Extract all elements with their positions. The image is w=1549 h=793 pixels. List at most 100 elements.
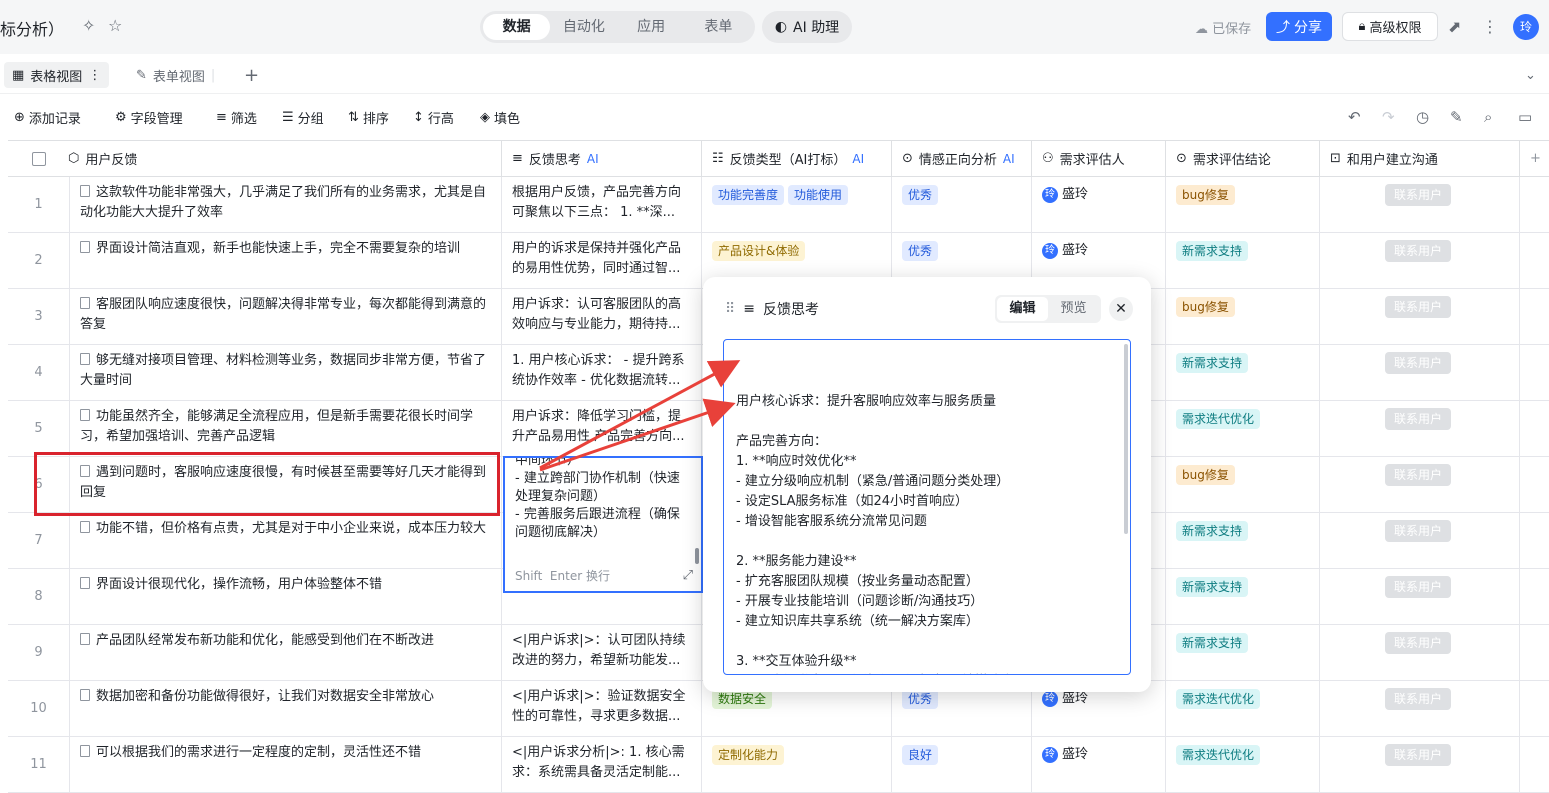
tab-forms[interactable]: 表单 — [685, 14, 752, 40]
contact-user-button[interactable]: 联系用户 — [1385, 688, 1451, 710]
sort-button[interactable]: ⇅ 排序 — [348, 108, 389, 127]
conclusion-cell[interactable]: 新需求支持 — [1166, 345, 1320, 401]
row-number[interactable]: 10 — [8, 681, 70, 737]
column-header-conclusion[interactable]: ⊙ 需求评估结论 — [1166, 141, 1320, 177]
communicate-cell[interactable]: 联系用户 — [1320, 177, 1520, 233]
comment-icon[interactable]: ▭ — [1518, 108, 1532, 126]
advanced-permissions-button[interactable]: 🔒︎ 高级权限 — [1342, 12, 1438, 41]
redo-icon[interactable]: ↷ — [1382, 108, 1395, 126]
column-header-thinking[interactable]: ≡ 反馈思考 AI — [502, 141, 702, 177]
edit-icon[interactable]: ✎ — [1450, 108, 1463, 126]
thinking-cell[interactable]: 根据用户反馈，产品完善方向可聚焦以下三点： 1. **深... — [502, 177, 702, 233]
add-view-icon[interactable]: + — [244, 62, 259, 88]
column-header-communicate[interactable]: ⊡ 和用户建立沟通 — [1320, 141, 1520, 177]
expand-icon[interactable]: ⤢ — [683, 567, 693, 585]
chevron-down-icon[interactable]: ⌄ — [1525, 62, 1536, 88]
fill-color-button[interactable]: ◈ 填色 — [480, 108, 520, 127]
contact-user-button[interactable]: 联系用户 — [1385, 184, 1451, 206]
contact-user-button[interactable]: 联系用户 — [1385, 240, 1451, 262]
row-number[interactable]: 5 — [8, 401, 70, 457]
popup-textarea[interactable]: 用户核心诉求：提升客服响应效率与服务质量 产品完善方向： 1. **响应时效优化… — [723, 339, 1131, 675]
communicate-cell[interactable]: 联系用户 — [1320, 401, 1520, 457]
feedback-cell[interactable]: 功能虽然齐全，能够满足全流程应用，但是新手需要花很长时间学习，希望加强培训、完善… — [70, 401, 502, 457]
search-icon[interactable]: ⌕ — [1484, 108, 1492, 126]
conclusion-cell[interactable]: 新需求支持 — [1166, 625, 1320, 681]
close-icon[interactable]: ✕ — [1109, 297, 1133, 321]
table-row[interactable]: 1 这款软件功能非常强大，几乎满足了我们所有的业务需求，尤其是自动化功能大大提升了… — [8, 177, 1549, 233]
row-height-button[interactable]: ↕ 行高 — [413, 108, 454, 127]
communicate-cell[interactable]: 联系用户 — [1320, 457, 1520, 513]
row-number[interactable]: 3 — [8, 289, 70, 345]
contact-user-button[interactable]: 联系用户 — [1385, 352, 1451, 374]
conclusion-cell[interactable]: bug修复 — [1166, 177, 1320, 233]
communicate-cell[interactable]: 联系用户 — [1320, 569, 1520, 625]
conclusion-cell[interactable]: 需求迭代优化 — [1166, 401, 1320, 457]
row-number[interactable]: 8 — [8, 569, 70, 625]
communicate-cell[interactable]: 联系用户 — [1320, 345, 1520, 401]
inline-editor-text[interactable]: 中间环节） - 建立跨部门协作机制（快速处理复杂问题） - 完善服务后跟进流程（… — [515, 458, 691, 542]
star-icon[interactable]: ☆ — [108, 16, 122, 35]
contact-user-button[interactable]: 联系用户 — [1385, 408, 1451, 430]
preview-mode-button[interactable]: 预览 — [1048, 297, 1099, 321]
thinking-cell[interactable]: <|用户诉求|>：认可团队持续改进的努力，希望新功能发... — [502, 625, 702, 681]
thinking-cell[interactable]: <|用户诉求|>：验证数据安全性的可靠性，寻求更多数据... — [502, 681, 702, 737]
conclusion-cell[interactable]: 需求迭代优化 — [1166, 681, 1320, 737]
feedback-cell[interactable]: 界面设计很现代化，操作流畅，用户体验整体不错 — [70, 569, 502, 625]
feedback-cell[interactable]: 够无缝对接项目管理、材料检测等业务，数据同步非常方便，节省了大量时间 — [70, 345, 502, 401]
conclusion-cell[interactable]: 新需求支持 — [1166, 233, 1320, 289]
document-title[interactable]: 标分析） — [0, 16, 64, 40]
communicate-cell[interactable]: 联系用户 — [1320, 233, 1520, 289]
contact-user-button[interactable]: 联系用户 — [1385, 632, 1451, 654]
export-icon[interactable]: ⬈ — [1448, 17, 1461, 36]
assessor-cell[interactable]: 玲盛玲 — [1032, 177, 1166, 233]
row-number[interactable]: 2 — [8, 233, 70, 289]
add-column-icon[interactable]: + — [1520, 141, 1549, 177]
contact-user-button[interactable]: 联系用户 — [1385, 744, 1451, 766]
tab-form-view[interactable]: ✎ 表单视图 | — [136, 62, 215, 88]
popup-content[interactable]: 用户核心诉求：提升客服响应效率与服务质量 产品完善方向： 1. **响应时效优化… — [736, 392, 1118, 674]
filter-button[interactable]: ≡ 筛选 — [216, 108, 257, 127]
thinking-cell[interactable]: 用户诉求：降低学习门槛，提升产品易用性 产品完善方向... — [502, 401, 702, 457]
row-number[interactable]: 9 — [8, 625, 70, 681]
contact-user-button[interactable]: 联系用户 — [1385, 576, 1451, 598]
add-record-button[interactable]: ⊕ 添加记录 — [14, 108, 81, 127]
inline-cell-editor[interactable]: 中间环节） - 建立跨部门协作机制（快速处理复杂问题） - 完善服务后跟进流程（… — [503, 456, 703, 593]
conclusion-cell[interactable]: bug修复 — [1166, 457, 1320, 513]
field-manage-button[interactable]: ⚙ 字段管理 — [115, 108, 183, 127]
contact-user-button[interactable]: 联系用户 — [1385, 520, 1451, 542]
column-header-feedback[interactable]: ⬡ 用户反馈 — [8, 141, 502, 177]
tab-apps[interactable]: 应用 — [618, 14, 685, 40]
row-number[interactable]: 1 — [8, 177, 70, 233]
column-header-sentiment[interactable]: ⊙ 情感正向分析 AI — [892, 141, 1032, 177]
undo-icon[interactable]: ↶ — [1348, 108, 1361, 126]
pin-icon[interactable]: ✧ — [82, 16, 95, 35]
feedback-cell[interactable]: 产品团队经常发布新功能和优化，能感受到他们在不断改进 — [70, 625, 502, 681]
sentiment-cell[interactable]: 优秀 — [892, 177, 1032, 233]
communicate-cell[interactable]: 联系用户 — [1320, 681, 1520, 737]
thinking-cell[interactable]: 用户诉求：认可客服团队的高效响应与专业能力，期待持... — [502, 289, 702, 345]
thinking-cell[interactable]: 用户的诉求是保持并强化产品的易用性优势，同时通过智... — [502, 233, 702, 289]
feedback-cell[interactable]: 这款软件功能非常强大，几乎满足了我们所有的业务需求，尤其是自动化功能大大提升了效… — [70, 177, 502, 233]
column-header-type[interactable]: ☷ 反馈类型（AI打标） AI — [702, 141, 892, 177]
group-button[interactable]: ☰ 分组 — [282, 108, 324, 127]
feedback-cell[interactable]: 客服团队响应速度很快，问题解决得非常专业，每次都能得到满意的答复 — [70, 289, 502, 345]
editor-scrollbar[interactable] — [695, 548, 699, 564]
more-icon[interactable]: ⋮ — [1482, 17, 1498, 36]
feedback-cell[interactable]: 功能不错，但价格有点贵，尤其是对于中小企业来说，成本压力较大 — [70, 513, 502, 569]
row-number[interactable]: 7 — [8, 513, 70, 569]
tab-automation[interactable]: 自动化 — [550, 14, 617, 40]
select-all-checkbox[interactable] — [32, 151, 46, 166]
communicate-cell[interactable]: 联系用户 — [1320, 513, 1520, 569]
tab-table-view[interactable]: ▦ 表格视图 ⋮ — [4, 62, 110, 88]
history-icon[interactable]: ◷ — [1416, 108, 1429, 126]
popup-scrollbar[interactable] — [1124, 344, 1128, 534]
conclusion-cell[interactable]: 新需求支持 — [1166, 569, 1320, 625]
edit-mode-button[interactable]: 编辑 — [997, 297, 1048, 321]
ai-assistant-button[interactable]: ◐ AI 助理 — [762, 11, 852, 43]
contact-user-button[interactable]: 联系用户 — [1385, 296, 1451, 318]
conclusion-cell[interactable]: bug修复 — [1166, 289, 1320, 345]
column-header-assessor[interactable]: ⚇ 需求评估人 — [1032, 141, 1166, 177]
thinking-cell[interactable]: 1. 用户核心诉求： - 提升跨系统协作效率 - 优化数据流转... — [502, 345, 702, 401]
view-more-icon[interactable]: ⋮ — [88, 68, 101, 83]
drag-handle-icon[interactable]: ⠿ — [725, 301, 735, 317]
